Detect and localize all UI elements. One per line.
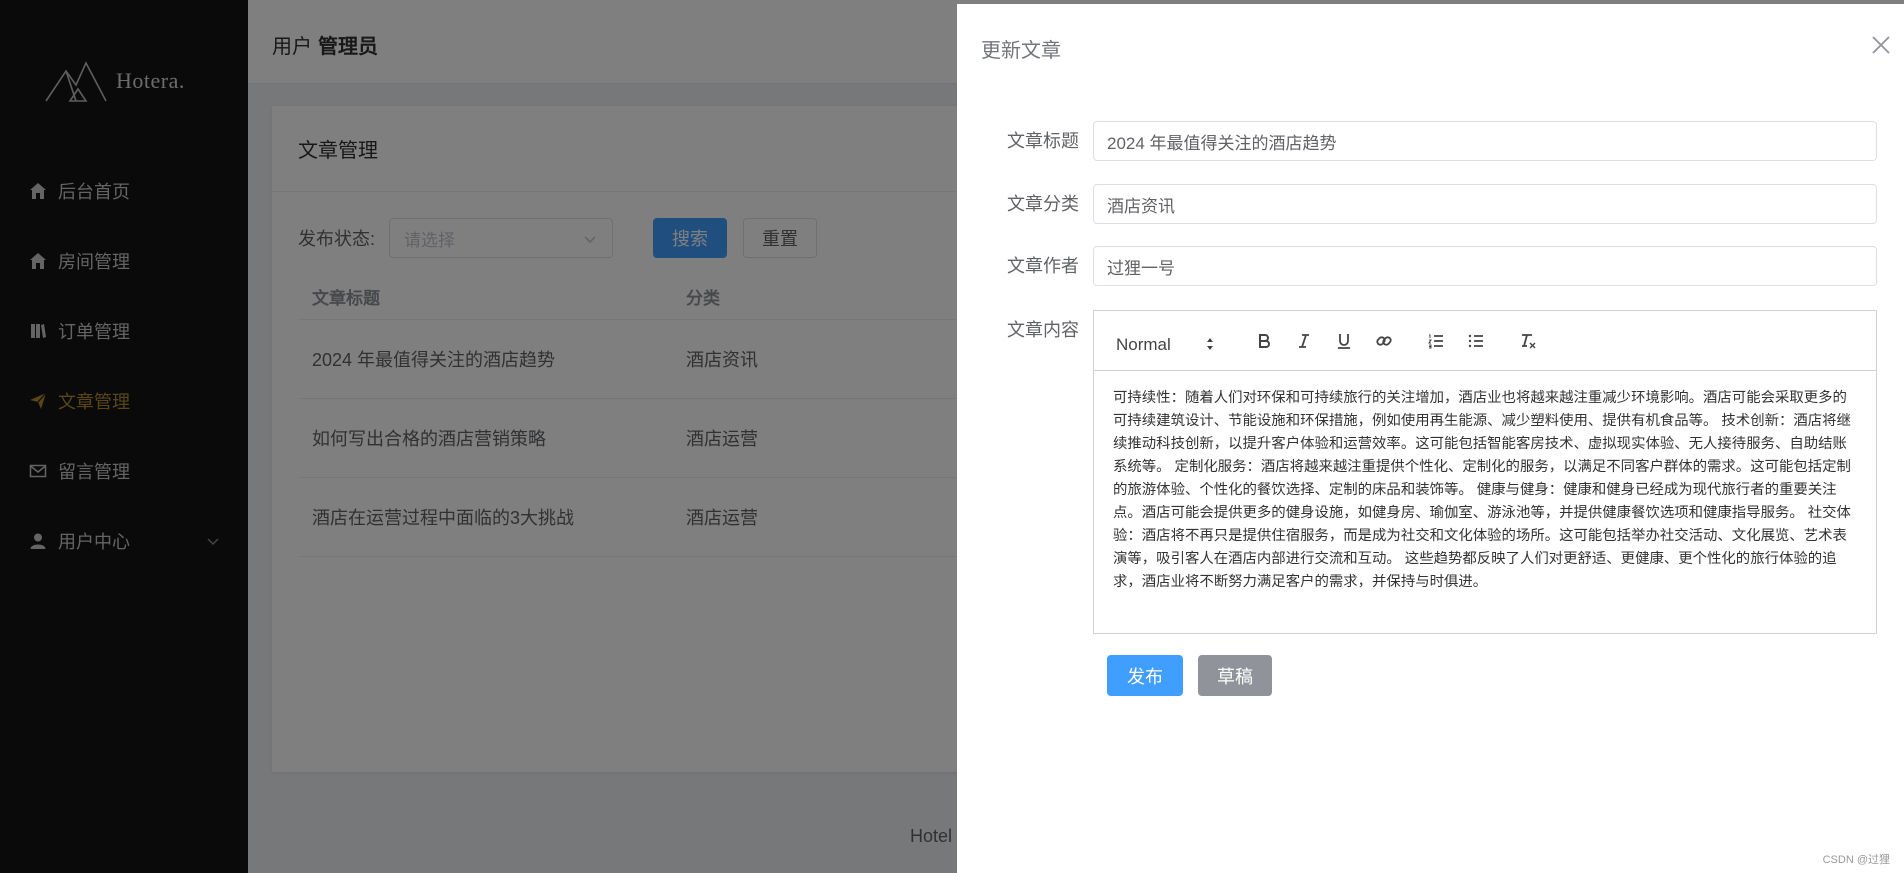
editor-toolbar: Normal <box>1094 311 1876 371</box>
form-row-author: 文章作者 过狸一号 <box>957 246 1877 286</box>
category-input[interactable]: 酒店资讯 <box>1093 184 1877 224</box>
link-icon[interactable] <box>1370 327 1398 355</box>
italic-icon[interactable] <box>1290 327 1318 355</box>
draft-button[interactable]: 草稿 <box>1198 655 1272 696</box>
close-icon[interactable] <box>1870 34 1892 56</box>
drawer-actions: 发布 草稿 <box>1107 655 1272 696</box>
clear-format-icon[interactable] <box>1514 327 1542 355</box>
underline-icon[interactable] <box>1330 327 1358 355</box>
author-input[interactable]: 过狸一号 <box>1093 246 1877 286</box>
watermark: CSDN @过狸 <box>1822 854 1890 866</box>
rich-text-editor: Normal 可持续性：随着人们对环保和可持续旅行的关注增加，酒店业也将越来越注… <box>1093 310 1877 634</box>
bold-icon[interactable] <box>1250 327 1278 355</box>
author-label: 文章作者 <box>1007 256 1079 276</box>
header-format-select[interactable]: Normal <box>1116 330 1226 360</box>
form-row-category: 文章分类 酒店资讯 <box>957 184 1877 224</box>
title-label: 文章标题 <box>1007 131 1079 151</box>
header-format-value: Normal <box>1116 334 1171 354</box>
drawer-title: 更新文章 <box>981 40 1061 62</box>
ordered-list-icon[interactable] <box>1422 327 1450 355</box>
category-label: 文章分类 <box>1007 194 1079 214</box>
content-label: 文章内容 <box>1007 320 1079 340</box>
title-input[interactable]: 2024 年最值得关注的酒店趋势 <box>1093 121 1877 161</box>
editor-content[interactable]: 可持续性：随着人们对环保和可持续旅行的关注增加，酒店业也将越来越注重减少环境影响… <box>1094 371 1876 604</box>
up-down-arrows-icon <box>1207 337 1213 350</box>
update-article-drawer: 更新文章 文章标题 2024 年最值得关注的酒店趋势 文章分类 酒店资讯 文章作… <box>957 4 1904 873</box>
bullet-list-icon[interactable] <box>1462 327 1490 355</box>
form-row-content: 文章内容 Normal 可持续性：随着人们对环保和可持续旅行的关注增加，酒店业也… <box>957 310 1877 634</box>
form-row-title: 文章标题 2024 年最值得关注的酒店趋势 <box>957 121 1877 161</box>
publish-button[interactable]: 发布 <box>1107 655 1183 696</box>
